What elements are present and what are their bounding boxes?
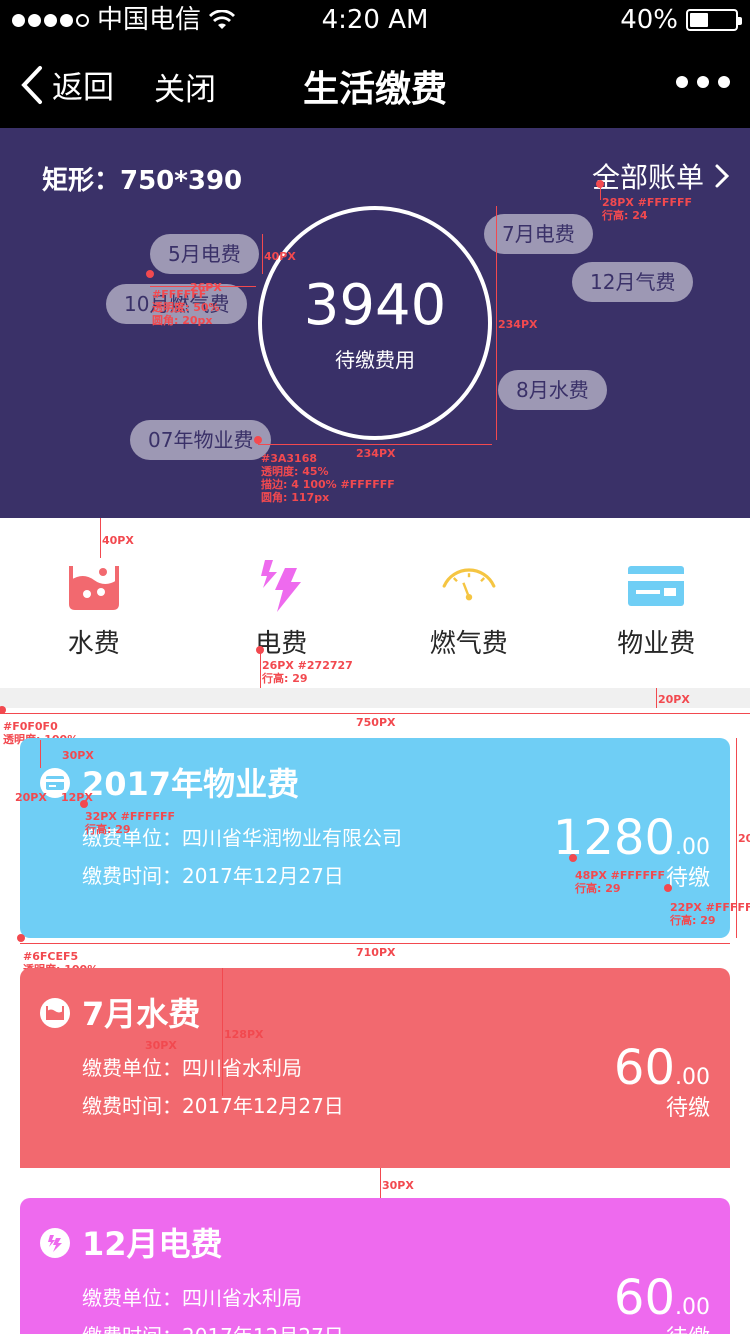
bill-bubble[interactable]: 10月燃气费 — [106, 284, 248, 324]
bill-status: 待缴 — [666, 1324, 710, 1334]
bill-date: 缴费时间：2017年12月27日 — [82, 1322, 344, 1334]
water-icon — [66, 558, 122, 614]
bill-amount-integer: 1280 — [552, 810, 675, 866]
total-due-value: 3940 — [303, 272, 447, 338]
close-button[interactable]: 关闭 — [154, 64, 216, 109]
bill-card[interactable]: 12月电费 缴费单位：四川省水利局 缴费时间：2017年12月27日 60.00… — [20, 1198, 730, 1334]
bill-bubble[interactable]: 5月电费 — [150, 234, 259, 274]
chevron-left-icon — [21, 65, 42, 104]
total-due-ring[interactable]: 3940 待缴费用 — [258, 206, 492, 440]
measure-line — [380, 1168, 381, 1198]
annotation-card-spacing: 30PX — [382, 1179, 414, 1192]
card-icon — [40, 768, 70, 798]
all-bills-label: 全部账单 — [591, 161, 704, 194]
bill-status: 待缴 — [665, 1096, 710, 1121]
bill-amount-integer: 60 — [613, 1270, 675, 1326]
bill-title: 12月电费 — [82, 1225, 223, 1263]
category-gas[interactable]: 燃气费 — [375, 518, 563, 688]
bill-payee: 缴费单位：四川省水利局 — [82, 1286, 302, 1310]
category-label: 燃气费 — [429, 629, 508, 659]
bill-amount-decimal: .00 — [675, 1295, 710, 1320]
bill-date: 缴费时间：2017年12月27日 — [82, 1094, 344, 1118]
total-due-label: 待缴费用 — [335, 347, 415, 372]
summary-panel: 矩形：750*390 全部账单 3940 待缴费用 5月电费 10月燃气费 07… — [0, 128, 750, 518]
battery-percent: 40% — [620, 5, 678, 35]
bill-amount-decimal: .00 — [675, 1065, 710, 1090]
battery-icon — [686, 9, 742, 31]
navigation-bar: 返回 关闭 生活缴费 — [0, 40, 750, 128]
bill-bubble[interactable]: 12月气费 — [572, 262, 694, 302]
section-divider — [0, 688, 750, 708]
chevron-right-icon — [715, 164, 730, 188]
lightning-icon — [40, 1228, 70, 1258]
bill-card[interactable]: 2017年物业费 缴费单位：四川省华润物业有限公司 缴费时间：2017年12月2… — [20, 738, 730, 938]
bill-title: 7月水费 — [82, 995, 201, 1033]
measure-line — [262, 234, 263, 274]
bill-bubble[interactable]: 7月电费 — [484, 214, 593, 254]
bill-payee: 缴费单位：四川省水利局 — [82, 1056, 302, 1080]
bill-amount-integer: 60 — [613, 1040, 675, 1096]
back-label: 返回 — [52, 70, 114, 106]
annotation-card-height: 200PX — [738, 832, 750, 845]
annotation-ring-height: 234PX — [498, 318, 538, 331]
measure-line — [736, 738, 737, 938]
measure-line — [20, 943, 730, 944]
gauge-icon — [441, 558, 497, 614]
bill-title: 2017年物业费 — [82, 765, 300, 803]
bill-card[interactable]: 7月水费 缴费单位：四川省水利局 缴费时间：2017年12月27日 60.00 … — [20, 968, 730, 1168]
card-icon — [628, 558, 685, 614]
category-label: 物业费 — [617, 629, 696, 659]
back-button[interactable]: 返回 — [18, 62, 114, 107]
lightning-icon — [253, 558, 309, 614]
all-bills-link[interactable]: 全部账单 — [592, 156, 730, 196]
measure-line — [258, 444, 492, 445]
annotation-marker — [146, 270, 154, 278]
category-property[interactable]: 物业费 — [563, 518, 750, 688]
bill-payee: 缴费单位：四川省华润物业有限公司 — [82, 826, 402, 850]
annotation-all-bills-spec: 28PX #FFFFFF 行高: 24 — [602, 196, 692, 222]
battery: 40% — [620, 5, 742, 35]
status-bar: 中国电信 4:20 AM 40% — [0, 0, 750, 40]
more-button[interactable] — [676, 76, 730, 88]
measure-line — [0, 713, 750, 714]
rect-label: 矩形：750*390 — [42, 166, 243, 196]
category-electricity[interactable]: 电费 — [188, 518, 376, 688]
annotation-card-width: 710PX — [356, 946, 396, 959]
annotation-divider-width: 750PX — [356, 716, 396, 729]
bill-status: 待缴 — [665, 866, 710, 891]
category-label: 电费 — [255, 629, 308, 659]
category-nav: 水费 电费 燃气费 物业费 40PX 26PX #272727 行高: 29 — [0, 518, 750, 688]
bill-bubble[interactable]: 8月水费 — [498, 370, 607, 410]
category-label: 水费 — [67, 629, 120, 659]
bill-bubble[interactable]: 07年物业费 — [130, 420, 272, 460]
annotation-ring-width: 234PX — [356, 447, 396, 460]
annotation-ring-spec: #3A3168 透明度: 45% 描边: 4 100% #FFFFFF 圆角: 117… — [261, 452, 395, 504]
category-water[interactable]: 水费 — [0, 518, 188, 688]
water-icon — [40, 998, 70, 1028]
bill-amount-decimal: .00 — [675, 835, 710, 860]
bill-date: 缴费时间：2017年12月27日 — [82, 864, 344, 888]
